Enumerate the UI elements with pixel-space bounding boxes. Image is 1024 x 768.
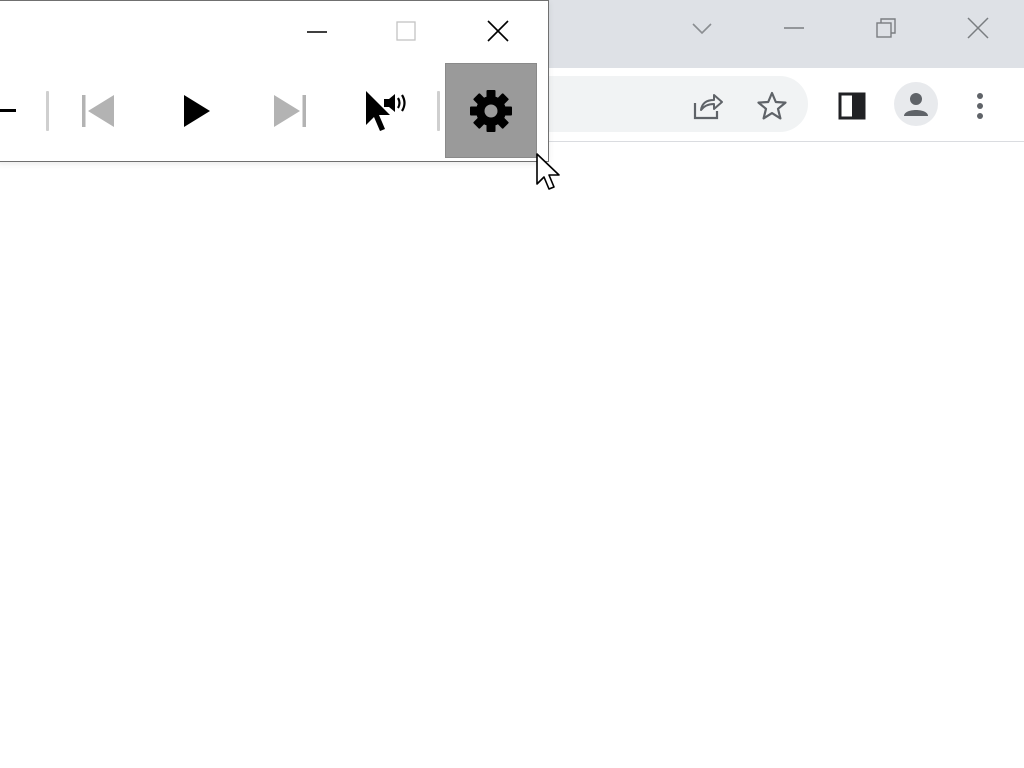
share-icon — [693, 94, 723, 120]
maximize-icon — [396, 21, 416, 41]
close-icon — [487, 20, 509, 42]
toolbar-separator — [437, 91, 440, 131]
next-button[interactable] — [268, 87, 312, 135]
share-button[interactable] — [688, 86, 728, 126]
minimize-icon — [784, 27, 804, 29]
skip-previous-icon — [82, 95, 114, 127]
read-from-pointer-button[interactable] — [358, 85, 414, 137]
player-close-button[interactable] — [478, 13, 518, 49]
browser-minimize-button[interactable] — [775, 10, 813, 46]
star-icon — [757, 91, 787, 120]
pointer-speak-icon — [366, 91, 406, 131]
player-maximize-button[interactable] — [386, 13, 426, 49]
skip-next-icon — [274, 95, 306, 127]
close-icon — [967, 17, 989, 39]
settings-button[interactable] — [445, 63, 537, 158]
bookmark-star-button[interactable] — [752, 86, 792, 126]
kebab-menu-icon — [977, 93, 983, 119]
side-panel-button[interactable] — [832, 86, 872, 126]
chevron-down-icon — [692, 23, 712, 35]
player-minimize-button[interactable] — [296, 13, 336, 49]
speed-indicator — [0, 109, 16, 112]
previous-button[interactable] — [76, 87, 120, 135]
browser-page-content — [0, 142, 1024, 768]
gear-icon — [470, 89, 512, 132]
browser-restore-button[interactable] — [867, 10, 905, 46]
toolbar-separator — [46, 91, 49, 131]
profile-icon — [904, 93, 928, 116]
minimize-icon — [307, 31, 327, 33]
side-panel-icon — [838, 92, 866, 120]
reader-toolbar-window — [0, 0, 549, 162]
profile-button[interactable] — [894, 82, 938, 126]
tab-search-button[interactable] — [684, 10, 720, 46]
play-button[interactable] — [174, 87, 218, 135]
restore-icon — [876, 18, 896, 38]
play-icon — [184, 95, 210, 127]
browser-menu-button[interactable] — [962, 86, 998, 126]
browser-close-button[interactable] — [959, 10, 997, 46]
